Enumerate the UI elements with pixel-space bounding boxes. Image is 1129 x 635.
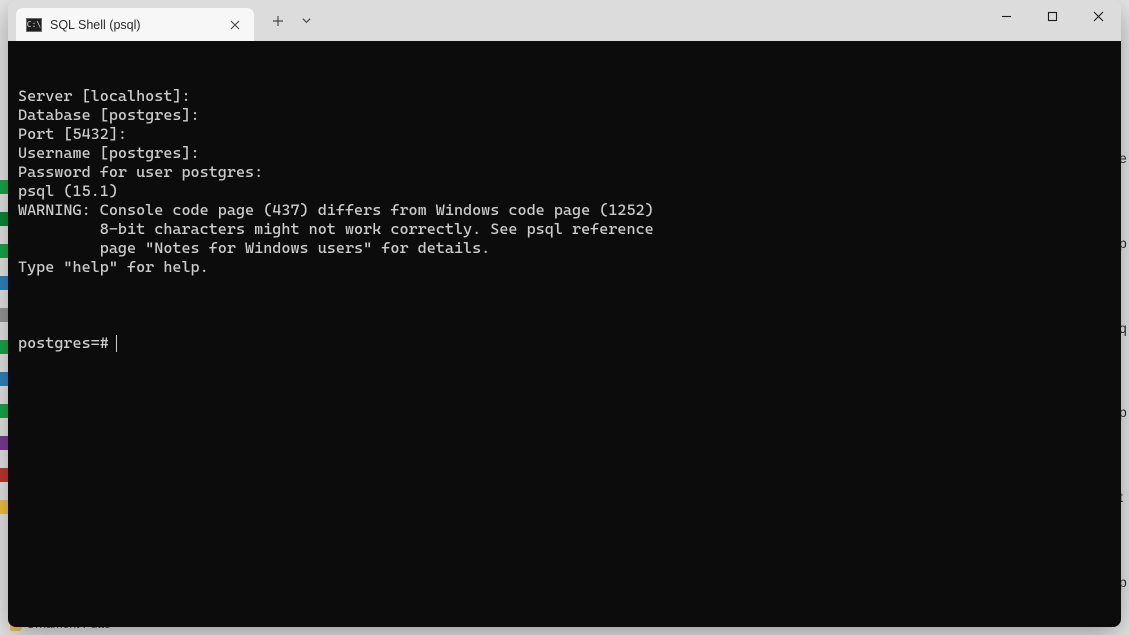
tab-title: SQL Shell (psql) (50, 18, 141, 32)
maximize-button[interactable] (1029, 0, 1075, 32)
tab-dropdown-button[interactable] (292, 7, 320, 35)
minimize-button[interactable] (983, 0, 1029, 32)
terminal-line: Database [postgres]: (18, 106, 1111, 125)
cursor (116, 335, 118, 352)
terminal-line: Port [5432]: (18, 125, 1111, 144)
prompt-text: postgres=# (18, 334, 109, 353)
terminal-line: psql (15.1) (18, 182, 1111, 201)
terminal-line: Type "help" for help. (18, 258, 1111, 277)
plus-icon (272, 15, 284, 27)
titlebar[interactable]: C:\ SQL Shell (psql) (8, 0, 1121, 41)
tab-close-button[interactable] (226, 16, 244, 34)
close-icon (230, 20, 240, 30)
terminal-window: C:\ SQL Shell (psql) (8, 0, 1121, 627)
window-close-button[interactable] (1075, 0, 1121, 32)
tabs-region: C:\ SQL Shell (psql) (8, 0, 983, 41)
terminal-line: Password for user postgres: (18, 163, 1111, 182)
close-icon (1093, 11, 1104, 22)
chevron-down-icon (301, 15, 312, 26)
prompt-line: postgres=# (18, 334, 1111, 353)
terminal-line: Username [postgres]: (18, 144, 1111, 163)
terminal-line: page "Notes for Windows users" for detai… (18, 239, 1111, 258)
terminal-line: WARNING: Console code page (437) differs… (18, 201, 1111, 220)
maximize-icon (1047, 11, 1058, 22)
terminal-body[interactable]: Server [localhost]:Database [postgres]:P… (8, 41, 1121, 627)
cmd-icon: C:\ (26, 18, 42, 32)
new-tab-button[interactable] (264, 7, 292, 35)
tab-active[interactable]: C:\ SQL Shell (psql) (16, 8, 254, 41)
terminal-line: 8-bit characters might not work correctl… (18, 220, 1111, 239)
terminal-line: Server [localhost]: (18, 87, 1111, 106)
window-controls (983, 0, 1121, 41)
minimize-icon (1001, 11, 1012, 22)
terminal-line (18, 277, 1111, 296)
bg-left-strip (0, 0, 8, 635)
